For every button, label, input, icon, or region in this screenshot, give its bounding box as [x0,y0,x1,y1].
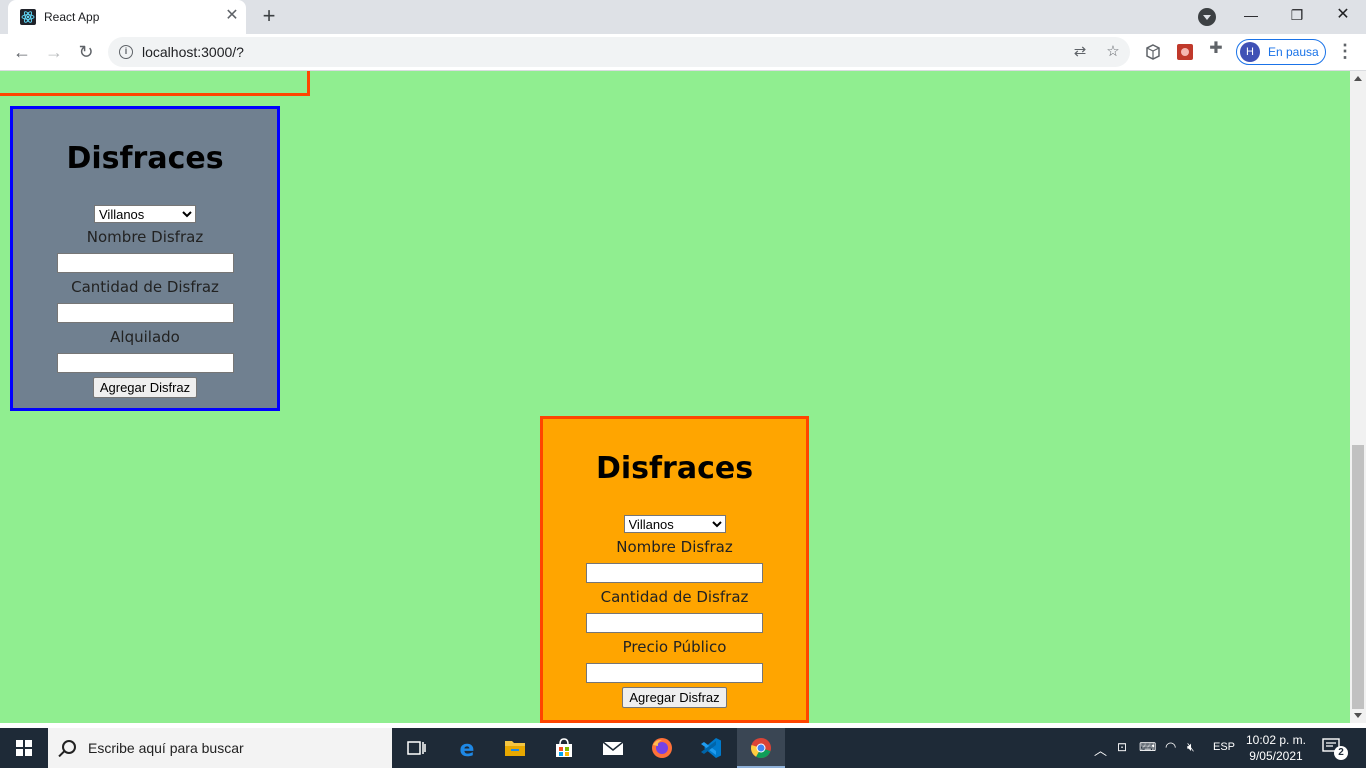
browser-menu-icon[interactable]: ⋮ [1336,42,1354,62]
language-label: ESP [1213,741,1236,753]
wifi-icon[interactable]: ◠ [1162,728,1182,768]
store-bag-icon [556,738,572,757]
cantidad-disfraz-input[interactable] [586,613,763,633]
new-tab-button[interactable]: + [258,5,280,28]
reload-icon[interactable]: ↻ [74,40,98,64]
notification-count-badge: 2 [1334,746,1348,760]
field-label-alquilado: Alquilado [110,328,180,346]
chrome-icon [751,738,771,759]
firefox-button[interactable] [638,728,686,768]
tab-close-icon[interactable]: ✕ [224,8,240,24]
scroll-down-arrow-icon[interactable] [1354,713,1362,718]
notification-center-button[interactable]: 2 [1322,738,1348,760]
taskbar-clock[interactable]: 10:02 p. m. 9/05/2021 [1244,732,1308,764]
avatar: H [1240,42,1260,62]
start-button[interactable] [0,728,48,768]
agregar-disfraz-button[interactable]: Agregar Disfraz [92,377,198,398]
card-title: Disfraces [595,451,754,486]
cantidad-disfraz-input[interactable] [56,303,234,323]
tab-search-icon[interactable] [1198,8,1216,26]
clock-time: 10:02 p. m. [1245,733,1307,747]
extension-red-icon[interactable] [1176,43,1194,61]
minimize-button[interactable]: — [1228,0,1274,30]
browser-tab-strip: React App ✕ + — ❐ ✕ [0,0,1366,34]
browser-toolbar: ← → ↻ i localhost:3000/? ⇄ ☆ ✚ H En paus… [0,34,1366,71]
keyboard-ime-icon[interactable]: ⌨ [1137,728,1157,768]
site-info-icon[interactable]: i [119,45,133,59]
address-bar[interactable]: i localhost:3000/? ⇄ ☆ [108,37,1130,67]
field-label-cantidad: Cantidad de Disfraz [71,278,219,296]
extension-cube-icon[interactable] [1144,43,1162,61]
search-icon [62,740,76,754]
svg-text:e: e [460,737,475,759]
bookmark-star-icon[interactable]: ☆ [1104,43,1122,61]
show-hidden-icons-icon[interactable]: ︿ [1090,728,1108,768]
agregar-disfraz-button[interactable]: Agregar Disfraz [622,687,727,708]
card-title: Disfraces [66,141,224,176]
browser-tab[interactable]: React App ✕ [8,0,246,34]
vscode-button[interactable] [687,728,735,768]
scroll-thumb[interactable] [1352,445,1364,709]
alquilado-input[interactable] [56,353,234,373]
nombre-disfraz-input[interactable] [586,563,763,583]
restore-button[interactable]: ❐ [1274,0,1320,30]
microsoft-store-button[interactable] [540,728,588,768]
card-partial-top [0,71,310,96]
volume-muted-icon[interactable]: 🔇︎ [1185,728,1205,768]
mail-envelope-icon [602,741,624,755]
tab-title: React App [44,10,100,24]
chrome-button[interactable] [737,728,785,768]
meet-now-icon[interactable]: ⊡ [1114,728,1134,768]
mail-button[interactable] [589,728,637,768]
scroll-up-arrow-icon[interactable] [1354,76,1362,81]
precio-publico-input[interactable] [586,663,763,683]
edge-button[interactable]: e [443,728,491,768]
category-select[interactable]: Villanos [623,515,726,533]
field-label-cantidad: Cantidad de Disfraz [600,588,749,606]
task-view-icon [407,741,426,755]
forward-arrow-icon[interactable]: → [42,40,66,64]
back-arrow-icon[interactable]: ← [10,40,34,64]
category-select[interactable]: Villanos [94,205,196,223]
profile-button[interactable]: H En pausa [1236,39,1326,65]
translate-icon[interactable]: ⇄ [1071,43,1089,61]
costume-form-card-1: Disfraces Villanos Nombre Disfraz Cantid… [10,106,280,411]
page-scrollbar[interactable] [1350,71,1366,723]
page-viewport: Disfraces Villanos Nombre Disfraz Cantid… [0,71,1350,723]
file-explorer-button[interactable] [491,728,539,768]
field-label-nombre: Nombre Disfraz [86,228,204,246]
extensions-puzzle-icon[interactable]: ✚ [1207,40,1225,58]
field-label-nombre: Nombre Disfraz [616,538,733,556]
taskbar-search-box[interactable]: Escribe aquí para buscar [48,728,392,768]
react-favicon-icon [20,9,36,25]
profile-status: En pausa [1268,45,1319,59]
url-text[interactable]: localhost:3000/? [142,44,244,60]
costume-form-card-2: Disfraces Villanos Nombre Disfraz Cantid… [540,416,809,723]
vscode-icon [701,738,721,758]
close-window-button[interactable]: ✕ [1320,0,1366,30]
edge-icon: e [460,737,475,759]
task-view-button[interactable] [392,728,440,768]
clock-date: 9/05/2021 [1249,749,1303,763]
windows-taskbar: Escribe aquí para buscar e ︿ ⊡ ⌨ ◠ 🔇︎ ES… [0,728,1366,768]
search-placeholder: Escribe aquí para buscar [88,740,244,756]
folder-icon [505,741,525,756]
nombre-disfraz-input[interactable] [56,253,234,273]
firefox-icon [652,738,672,758]
field-label-precio: Precio Público [622,638,727,656]
language-indicator[interactable]: ESP [1210,728,1238,768]
windows-logo-icon [16,740,32,756]
